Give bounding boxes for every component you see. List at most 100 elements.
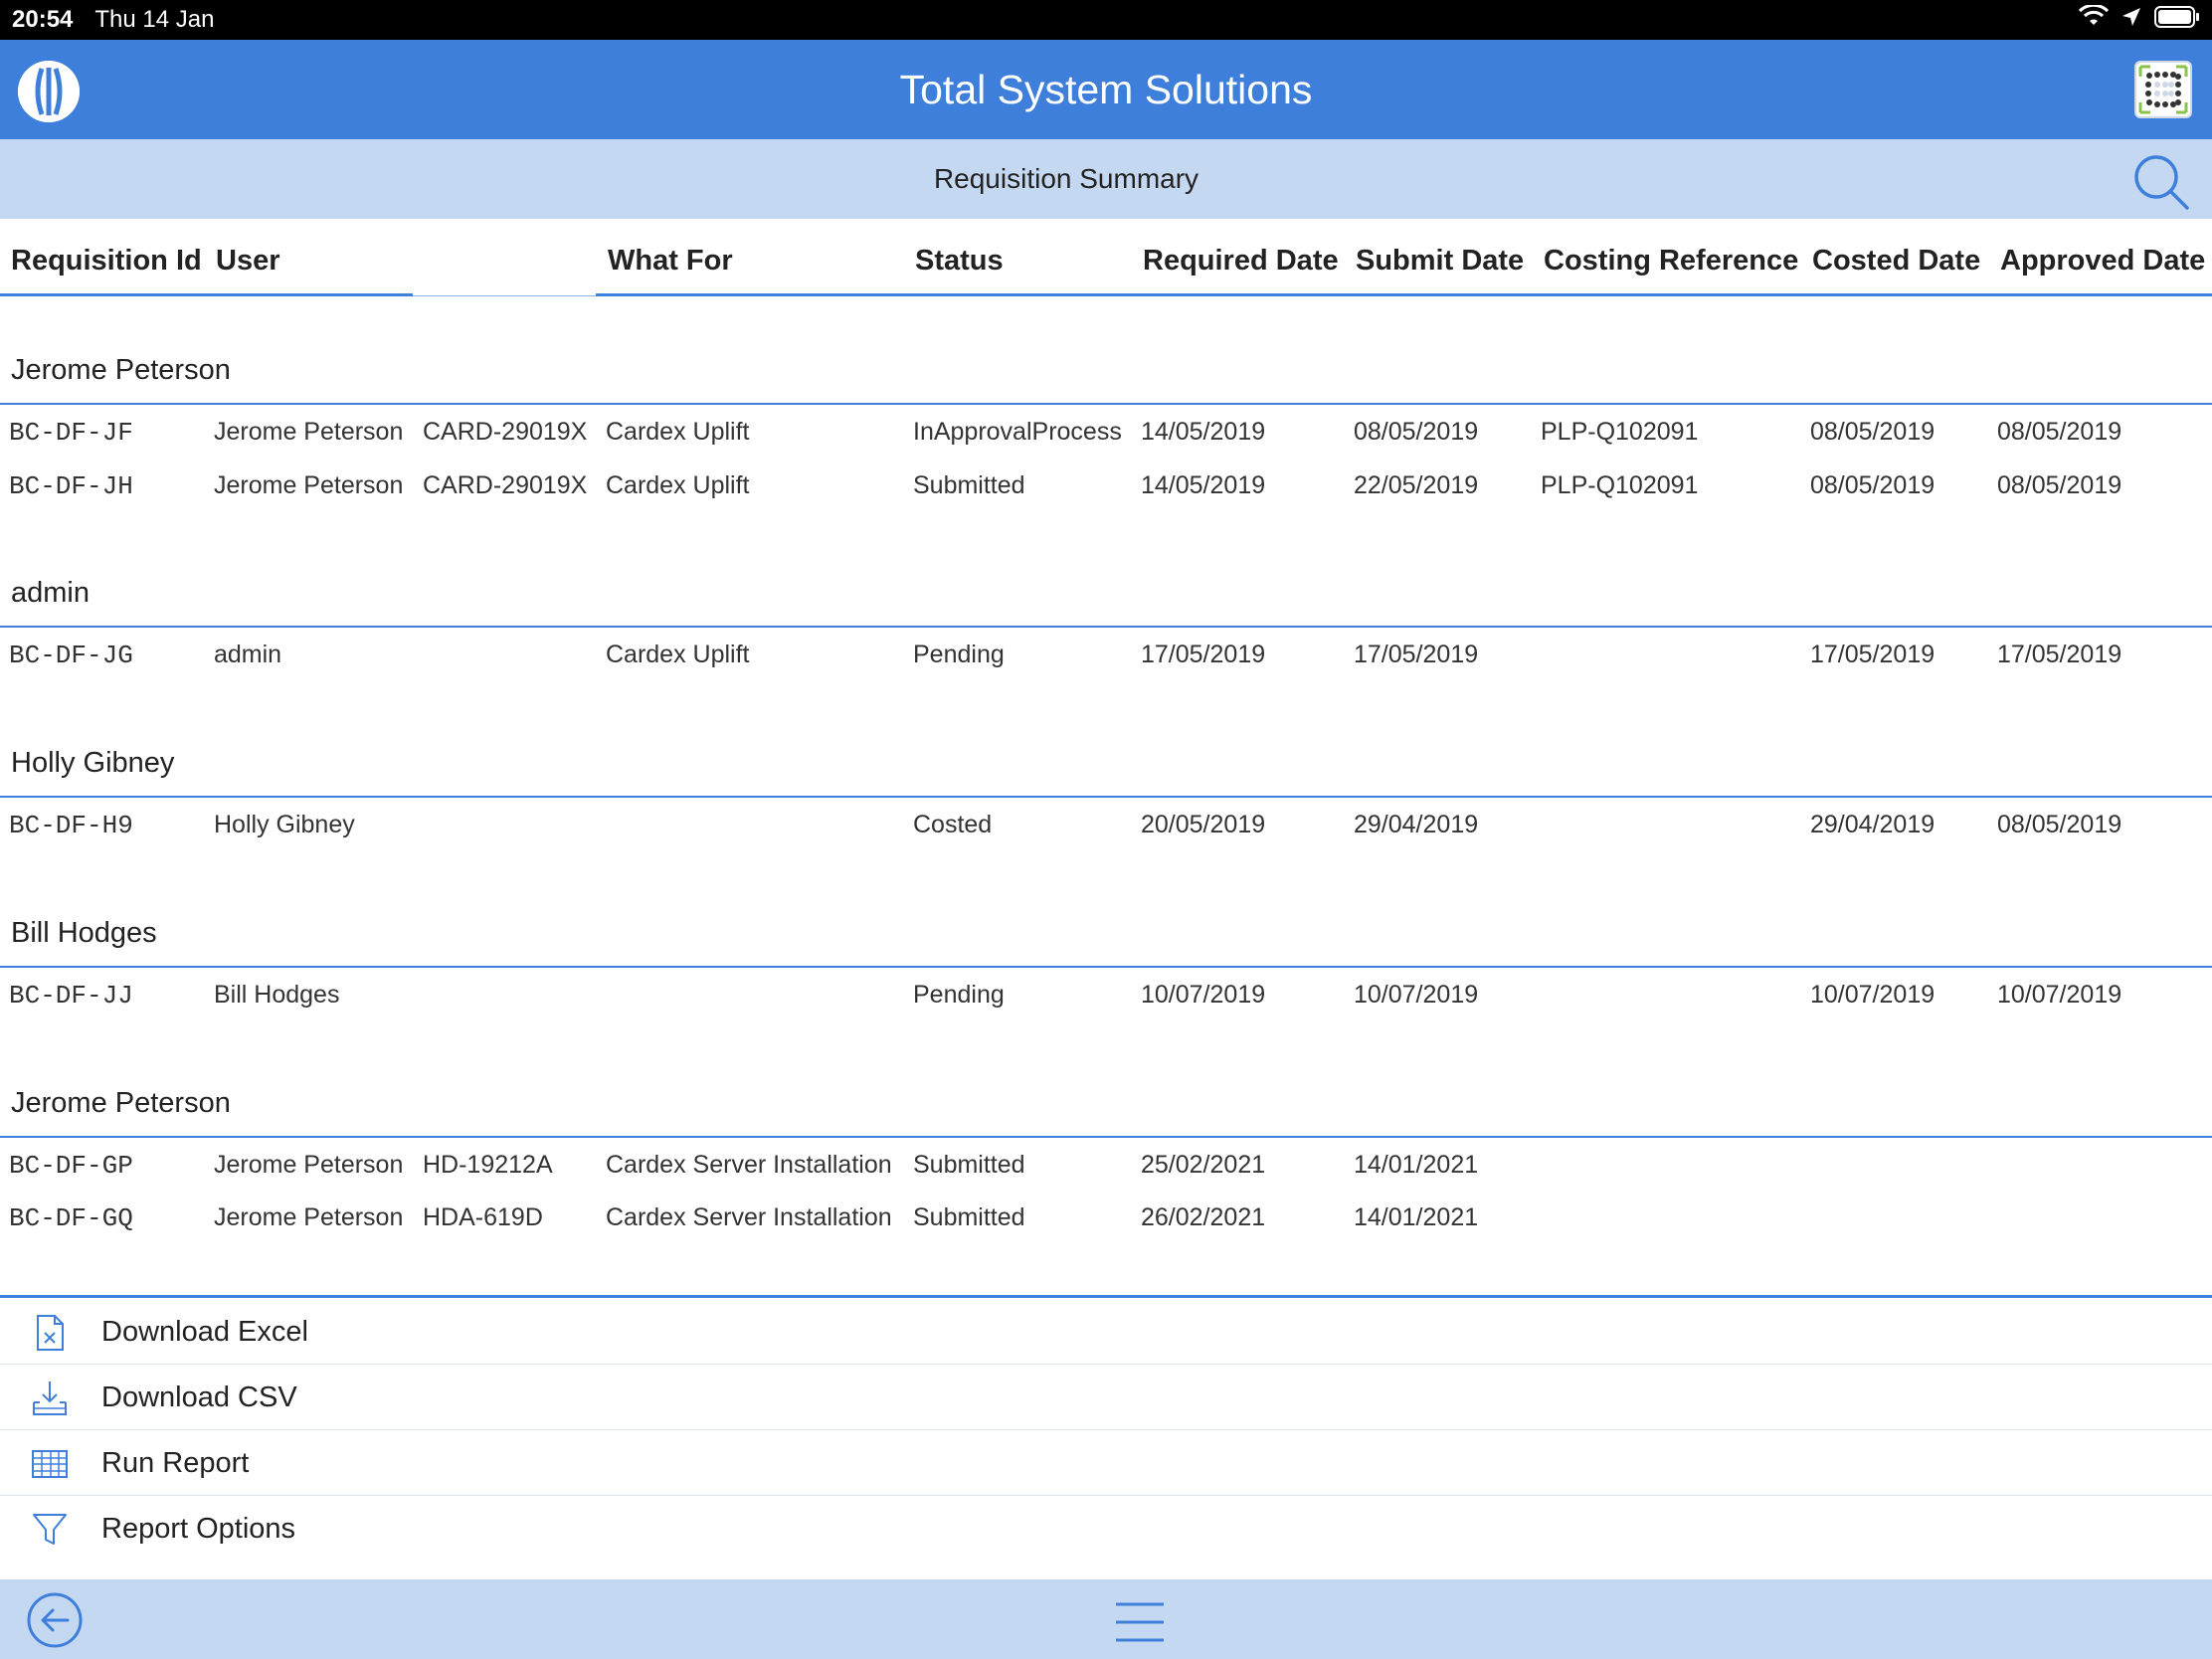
column-header-status[interactable]: Status	[915, 245, 1004, 277]
table-bottom-rule	[0, 1295, 2212, 1298]
group-title: Bill Hodges	[11, 917, 157, 949]
cell-what-for: Cardex Server Installation	[606, 1203, 892, 1231]
cell-requisition-id: BC-DF-JG	[9, 641, 133, 670]
battery-icon	[2154, 5, 2200, 36]
cell-required-date: 10/07/2019	[1141, 981, 1266, 1009]
app-header: Total System Solutions	[0, 40, 2212, 139]
group-title: admin	[11, 577, 90, 609]
status-date: Thu 14 Jan	[94, 6, 215, 33]
column-header-user[interactable]: User	[216, 245, 280, 277]
cell-user: Jerome Peterson	[214, 1203, 404, 1231]
table-row[interactable]: BC-DF-H9 Holly Gibney Costed 20/05/2019 …	[0, 811, 2212, 862]
cell-what-for: Cardex Server Installation	[606, 1151, 892, 1179]
report-options-button[interactable]: Report Options	[0, 1496, 2212, 1562]
cell-reference: CARD-29019X	[423, 471, 588, 499]
cell-required-date: 17/05/2019	[1141, 641, 1266, 668]
cell-approved-date: 08/05/2019	[1997, 418, 2122, 446]
group-divider	[0, 1136, 2212, 1138]
column-header-required-date[interactable]: Required Date	[1143, 245, 1339, 277]
cell-required-date: 25/02/2021	[1141, 1151, 1266, 1179]
report-subheader: Requisition Summary	[0, 139, 2212, 219]
cell-what-for: Cardex Uplift	[606, 471, 750, 499]
column-header-costed-date[interactable]: Costed Date	[1812, 245, 1980, 277]
cell-reference: CARD-29019X	[423, 418, 588, 446]
cell-user: Jerome Peterson	[214, 471, 404, 499]
column-header-what-for[interactable]: What For	[608, 245, 733, 277]
cell-what-for: Cardex Uplift	[606, 418, 750, 446]
back-arrow-icon[interactable]	[26, 1591, 84, 1649]
cell-user: admin	[214, 641, 282, 668]
cell-requisition-id: BC-DF-GP	[9, 1151, 133, 1181]
cell-submit-date: 29/04/2019	[1354, 811, 1479, 838]
table-row[interactable]: BC-DF-JF Jerome Peterson CARD-29019X Car…	[0, 418, 2212, 469]
cell-submit-date: 14/01/2021	[1354, 1203, 1479, 1231]
group-divider	[0, 966, 2212, 968]
group-title: Jerome Peterson	[11, 354, 231, 386]
cell-what-for: Cardex Uplift	[606, 641, 750, 668]
cell-status: Submitted	[913, 1203, 1025, 1231]
table-row[interactable]: BC-DF-GP Jerome Peterson HD-19212A Carde…	[0, 1151, 2212, 1202]
download-tray-icon	[30, 1379, 70, 1418]
cell-status: Costed	[913, 811, 993, 838]
column-header-costing-reference[interactable]: Costing Reference	[1544, 245, 1798, 277]
download-excel-label: Download Excel	[101, 1316, 308, 1348]
apps-grid-icon[interactable]	[2134, 61, 2192, 118]
run-report-label: Run Report	[101, 1447, 250, 1479]
search-icon[interactable]	[2130, 151, 2192, 213]
group-divider	[0, 403, 2212, 405]
download-csv-label: Download CSV	[101, 1382, 297, 1413]
table-row[interactable]: BC-DF-JG admin Cardex Uplift Pending 17/…	[0, 641, 2212, 692]
table-row[interactable]: BC-DF-JH Jerome Peterson CARD-29019X Car…	[0, 471, 2212, 523]
cell-submit-date: 10/07/2019	[1354, 981, 1479, 1009]
hamburger-menu-icon[interactable]	[1114, 1601, 1166, 1643]
cell-user: Holly Gibney	[214, 811, 355, 838]
cell-required-date: 20/05/2019	[1141, 811, 1266, 838]
location-icon	[2120, 6, 2142, 35]
cell-reference: HDA-619D	[423, 1203, 543, 1231]
cell-status: InApprovalProcess	[913, 418, 1122, 446]
table-row[interactable]: BC-DF-GQ Jerome Peterson HDA-619D Cardex…	[0, 1203, 2212, 1255]
download-csv-button[interactable]: Download CSV	[0, 1365, 2212, 1430]
cell-approved-date: 17/05/2019	[1997, 641, 2122, 668]
excel-file-icon	[30, 1313, 70, 1353]
group-divider	[0, 626, 2212, 628]
cell-costing-reference: PLP-Q102091	[1541, 471, 1699, 499]
filter-funnel-icon	[30, 1510, 70, 1550]
cell-status: Pending	[913, 641, 1005, 668]
bottom-toolbar	[0, 1579, 2212, 1659]
table-column-header: Requisition Id User What For Status Requ…	[0, 219, 2212, 296]
cell-required-date: 14/05/2019	[1141, 471, 1266, 499]
cell-costed-date: 08/05/2019	[1810, 471, 1936, 499]
cell-user: Bill Hodges	[214, 981, 340, 1009]
cell-approved-date: 08/05/2019	[1997, 811, 2122, 838]
column-header-submit-date[interactable]: Submit Date	[1356, 245, 1524, 277]
cell-required-date: 14/05/2019	[1141, 418, 1266, 446]
cell-costed-date: 10/07/2019	[1810, 981, 1936, 1009]
cell-costed-date: 29/04/2019	[1810, 811, 1936, 838]
wifi-icon	[2078, 3, 2110, 36]
run-report-button[interactable]: Run Report	[0, 1430, 2212, 1496]
requisition-table: Jerome Peterson BC-DF-JF Jerome Peterson…	[0, 296, 2212, 1297]
download-excel-button[interactable]: Download Excel	[0, 1299, 2212, 1365]
cell-status: Pending	[913, 981, 1005, 1009]
cell-costed-date: 17/05/2019	[1810, 641, 1936, 668]
cell-user: Jerome Peterson	[214, 418, 404, 446]
status-time: 20:54	[12, 6, 74, 33]
group-title: Holly Gibney	[11, 747, 175, 779]
status-bar: 20:54 Thu 14 Jan	[0, 0, 2212, 40]
cell-requisition-id: BC-DF-H9	[9, 811, 133, 840]
cell-user: Jerome Peterson	[214, 1151, 404, 1179]
column-header-requisition-id[interactable]: Requisition Id	[11, 245, 202, 277]
cell-submit-date: 08/05/2019	[1354, 418, 1479, 446]
group-divider	[0, 796, 2212, 798]
report-title: Requisition Summary	[933, 163, 1199, 194]
cell-approved-date: 08/05/2019	[1997, 471, 2122, 499]
table-row[interactable]: BC-DF-JJ Bill Hodges Pending 10/07/2019 …	[0, 981, 2212, 1032]
cell-reference: HD-19212A	[423, 1151, 553, 1179]
cell-submit-date: 17/05/2019	[1354, 641, 1479, 668]
cell-status: Submitted	[913, 471, 1025, 499]
column-header-approved-date[interactable]: Approved Date	[2000, 245, 2205, 277]
cell-required-date: 26/02/2021	[1141, 1203, 1266, 1231]
cell-submit-date: 14/01/2021	[1354, 1151, 1479, 1179]
cell-requisition-id: BC-DF-JJ	[9, 981, 133, 1011]
